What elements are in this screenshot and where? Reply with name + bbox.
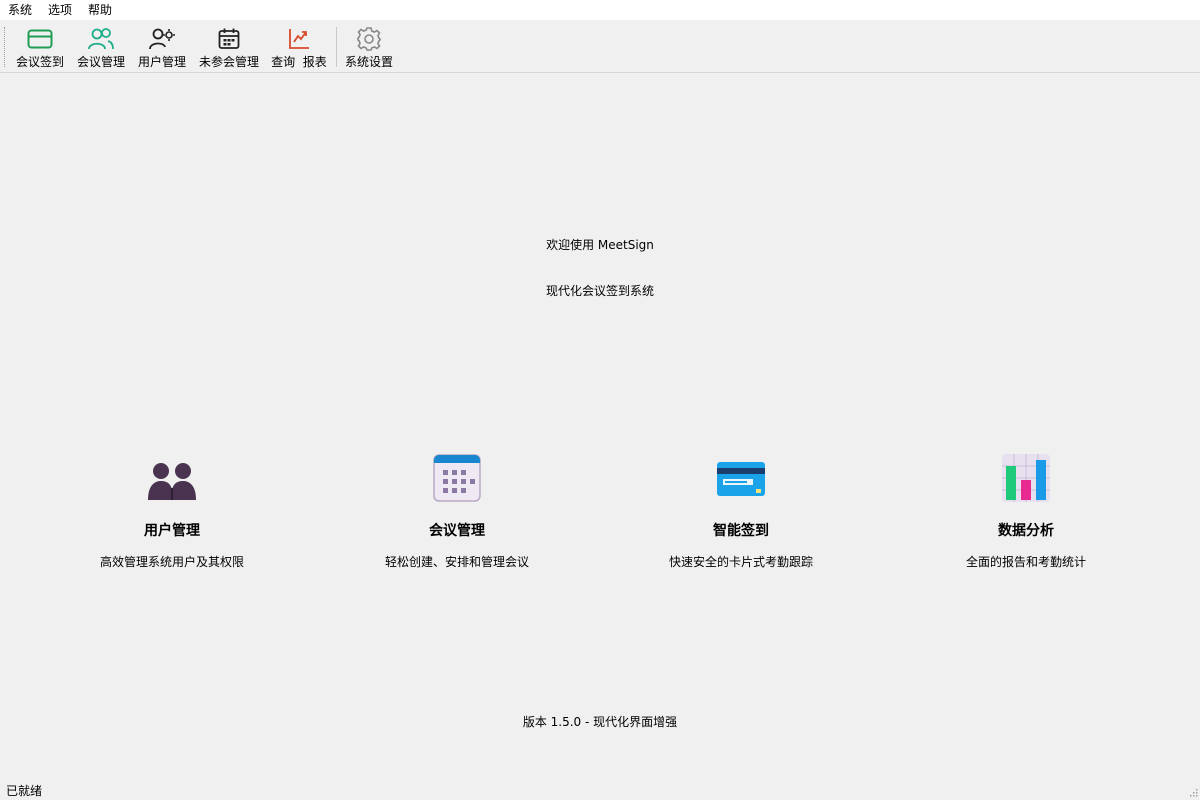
system-settings-button-label: 系统设置 — [344, 55, 393, 69]
welcome-title: 欢迎使用 MeetSign — [546, 238, 654, 252]
feature-title: 会议管理 — [429, 523, 485, 539]
status-text: 已就绪 — [6, 784, 43, 798]
query-report-button-label: 查询 报表 — [271, 55, 327, 69]
chart-line-icon — [285, 25, 313, 53]
users-icon — [87, 25, 115, 53]
status-bar: 已就绪 — [0, 780, 1200, 798]
user-settings-icon — [148, 25, 176, 53]
toolbar-grip[interactable] — [4, 27, 7, 67]
feature-title: 智能签到 — [713, 523, 769, 539]
feature-description: 轻松创建、安排和管理会议 — [384, 555, 529, 569]
feature-data-analysis: 数据分析 全面的报告和考勤统计 — [896, 452, 1156, 570]
user-management-button-label: 用户管理 — [137, 55, 186, 69]
feature-description: 快速安全的卡片式考勤跟踪 — [668, 555, 813, 569]
feature-title: 数据分析 — [998, 523, 1054, 539]
people-icon — [146, 452, 198, 504]
checkin-button-label: 会议签到 — [15, 55, 64, 69]
checkin-button[interactable]: 会议签到 — [12, 24, 68, 70]
calendar-icon — [215, 25, 243, 53]
gear-icon — [355, 25, 383, 53]
meeting-management-button[interactable]: 会议管理 — [73, 24, 129, 70]
version-label: 版本 1.5.0 - 现代化界面增强 — [522, 715, 678, 729]
query-report-button[interactable]: 查询 报表 — [268, 24, 330, 70]
feature-description: 高效管理系统用户及其权限 — [99, 555, 244, 569]
welcome-subtitle: 现代化会议签到系统 — [545, 284, 654, 298]
menu-system[interactable]: 系统 — [0, 0, 40, 20]
feature-title: 用户管理 — [144, 523, 200, 539]
meeting-management-button-label: 会议管理 — [76, 55, 125, 69]
credit-card-icon — [26, 25, 54, 53]
absent-management-button[interactable]: 未参会管理 — [195, 24, 263, 70]
resize-grip-icon[interactable] — [1188, 786, 1198, 797]
user-management-button[interactable]: 用户管理 — [134, 24, 190, 70]
bar-chart-icon — [1000, 452, 1052, 504]
feature-smart-checkin: 智能签到 快速安全的卡片式考勤跟踪 — [611, 452, 871, 570]
feature-meeting-management: 会议管理 轻松创建、安排和管理会议 — [327, 452, 587, 570]
menu-help[interactable]: 帮助 — [80, 0, 120, 20]
menu-options[interactable]: 选项 — [40, 0, 80, 20]
menu-bar: 系统 选项 帮助 — [0, 0, 1200, 20]
feature-description: 全面的报告和考勤统计 — [965, 555, 1086, 569]
system-settings-button[interactable]: 系统设置 — [341, 24, 397, 70]
toolbar-separator — [336, 27, 337, 67]
feature-user-management: 用户管理 高效管理系统用户及其权限 — [42, 452, 302, 570]
card-icon — [715, 452, 767, 504]
absent-management-button-label: 未参会管理 — [198, 55, 259, 69]
toolbar: 会议签到 会议管理 用户管理 未参会管理 查询 报表 系统设置 — [0, 21, 1200, 73]
calendar-icon — [431, 452, 483, 504]
